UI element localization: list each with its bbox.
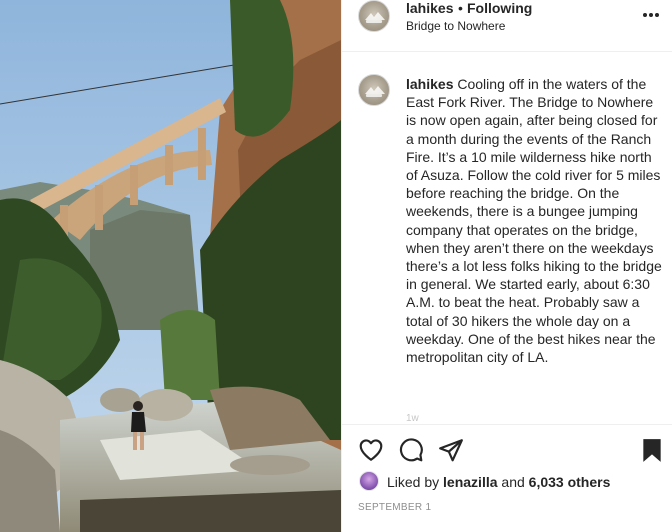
author-avatar[interactable] <box>358 0 390 32</box>
more-dot <box>655 13 659 17</box>
mountain-logo-icon <box>365 12 385 20</box>
more-dot <box>649 13 653 17</box>
more-horizontal-icon[interactable] <box>641 5 661 25</box>
following-button[interactable]: Following <box>467 0 532 16</box>
post-photo[interactable] <box>0 0 341 532</box>
liker-avatar[interactable] <box>359 471 379 491</box>
heart-icon[interactable] <box>358 437 384 463</box>
post-actions: Liked by lenazilla and 6,033 others SEPT… <box>342 424 672 532</box>
logo-band <box>366 20 382 23</box>
paper-plane-icon[interactable] <box>438 437 464 463</box>
author-username[interactable]: lahikes <box>406 0 453 16</box>
mountain-logo-icon <box>365 86 385 94</box>
caption-text: Cooling off in the waters of the East Fo… <box>406 76 662 366</box>
caption-timestamp[interactable]: 1w <box>406 413 419 424</box>
logo-band <box>366 94 382 97</box>
liker-username[interactable]: lenazilla <box>443 474 497 490</box>
likes-prefix: Liked by <box>387 474 440 490</box>
likes-summary: Liked by lenazilla and 6,033 others <box>387 474 610 490</box>
comment-icon[interactable] <box>398 437 424 463</box>
post-date[interactable]: SEPTEMBER 1 <box>358 502 431 513</box>
post-header: lahikes • Following Bridge to Nowhere <box>342 0 672 52</box>
header-separator: • <box>458 0 463 16</box>
bridge-river-photo <box>0 0 341 532</box>
more-dot <box>643 13 647 17</box>
post-side-panel: lahikes • Following Bridge to Nowhere la… <box>341 0 672 532</box>
bookmark-icon[interactable] <box>639 437 665 463</box>
instagram-post: lahikes • Following Bridge to Nowhere la… <box>0 0 672 532</box>
location-link[interactable]: Bridge to Nowhere <box>406 19 505 33</box>
likes-and: and <box>501 474 525 490</box>
likes-others-link[interactable]: 6,033 others <box>529 474 611 490</box>
post-caption: lahikes Cooling off in the waters of the… <box>406 75 664 366</box>
caption-username[interactable]: lahikes <box>406 76 453 92</box>
caption-author-avatar[interactable] <box>358 74 390 106</box>
